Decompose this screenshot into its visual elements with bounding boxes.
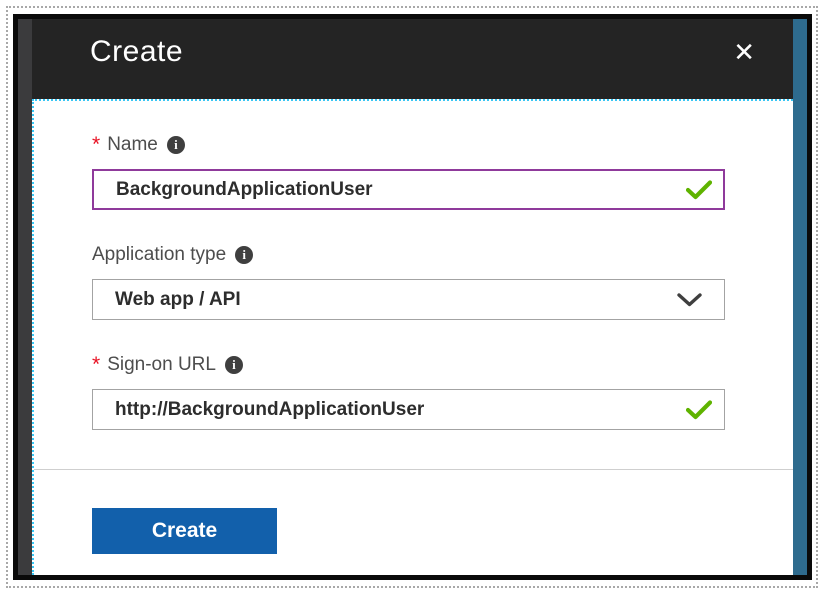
application-type-dropdown[interactable]: Web app / API [92,279,725,320]
chevron-down-icon [677,293,702,307]
window-frame: Create ✕ * Name i [13,14,812,580]
signon-url-label: Sign-on URL [107,353,216,377]
field-group-signon-url: * Sign-on URL i [92,353,793,430]
required-asterisk: * [92,135,100,155]
application-type-selected-value: Web app / API [115,289,241,311]
name-input-wrap [92,169,725,210]
name-input[interactable] [92,169,725,210]
page-title: Create [90,35,183,69]
application-type-label: Application type [92,243,226,267]
info-icon[interactable]: i [167,136,185,154]
create-form: * Name i [34,101,793,463]
application-type-label-row: Application type i [92,243,793,267]
left-edge-strip [18,19,32,575]
name-label-row: * Name i [92,133,793,157]
field-group-application-type: Application type i Web app / API [92,243,793,320]
name-label: Name [107,133,158,157]
signon-url-input[interactable] [92,389,725,430]
required-asterisk: * [92,355,100,375]
blade-content-panel: * Name i [32,99,793,575]
valid-check-icon [686,180,712,200]
valid-check-icon [686,400,712,420]
close-icon: ✕ [733,37,755,67]
blade-footer: Create [34,470,793,575]
create-blade: Create ✕ * Name i [32,19,793,575]
field-group-name: * Name i [92,133,793,210]
blade-header: Create ✕ [32,19,793,99]
create-button[interactable]: Create [92,508,277,554]
close-button[interactable]: ✕ [729,37,759,67]
signon-url-input-wrap [92,389,725,430]
right-edge-strip [793,19,807,575]
info-icon[interactable]: i [235,246,253,264]
info-icon[interactable]: i [225,356,243,374]
signon-url-label-row: * Sign-on URL i [92,353,793,377]
